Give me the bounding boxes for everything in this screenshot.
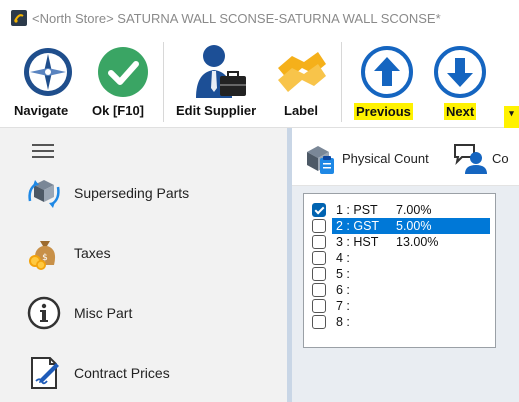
tax-checkbox[interactable]	[312, 219, 326, 233]
chevron-down-icon: ▾	[509, 108, 514, 118]
navigate-label: Navigate	[14, 103, 69, 118]
tax-name: 7 :	[336, 299, 350, 313]
tax-checkbox[interactable]	[312, 299, 326, 313]
list-item[interactable]: 2 : GST 5.00%	[310, 218, 492, 234]
tax-checkbox[interactable]	[312, 315, 326, 329]
tax-checkbox[interactable]	[312, 251, 326, 265]
next-label: Next	[444, 103, 477, 120]
money-bag-icon: $	[24, 233, 64, 273]
hamburger-menu-icon[interactable]	[32, 144, 56, 158]
previous-label: Previous	[354, 103, 413, 120]
tax-name: 8 :	[336, 315, 350, 329]
edit-supplier-label: Edit Supplier	[176, 103, 257, 118]
list-item[interactable]: 4 :	[310, 250, 492, 266]
previous-button[interactable]: Previous	[352, 40, 422, 124]
edit-supplier-button[interactable]: Edit Supplier	[172, 40, 268, 124]
taxes-panel: 1 : PST 7.00% 2 : GST 5.00% 3 : HST 13.00% …	[292, 186, 519, 402]
tab-bar: Physical Count Co	[292, 128, 519, 186]
supplier-icon	[196, 45, 246, 98]
tax-name: 5 :	[336, 267, 350, 281]
tax-name: 3 : HST	[336, 235, 379, 249]
toolbar-separator	[163, 42, 164, 122]
label-label: Label	[284, 103, 318, 118]
sidebar-item-contract-prices[interactable]: Contract Prices	[0, 348, 287, 398]
window-title: <North Store> SATURNA WALL SCONSE-SATURN…	[32, 10, 441, 26]
toolbar-separator	[341, 42, 342, 122]
list-item[interactable]: 6 :	[310, 282, 492, 298]
ok-label: Ok [F10]	[92, 103, 145, 118]
tax-name: 1 : PST	[336, 203, 378, 217]
tax-rate: 7.00%	[396, 203, 432, 217]
tab-label: Co	[492, 150, 509, 166]
compass-icon	[24, 48, 72, 96]
tax-checklist[interactable]: 1 : PST 7.00% 2 : GST 5.00% 3 : HST 13.00% …	[303, 193, 496, 348]
checkmark-icon	[98, 47, 148, 97]
list-item[interactable]: 7 :	[310, 298, 492, 314]
arrow-up-icon	[361, 46, 413, 98]
tax-name: 6 :	[336, 283, 350, 297]
tax-checkbox[interactable]	[312, 267, 326, 281]
sidebar-item-taxes[interactable]: $ Taxes	[0, 228, 287, 278]
arrow-down-icon	[434, 46, 486, 98]
list-item[interactable]: 3 : HST 13.00%	[310, 234, 492, 250]
ok-button[interactable]: Ok [F10]	[88, 40, 158, 124]
tax-checkbox[interactable]	[312, 283, 326, 297]
sidebar-item-label: Contract Prices	[74, 365, 170, 381]
sidebar-item-label: Taxes	[74, 245, 111, 261]
tab-label: Physical Count	[342, 150, 429, 166]
info-icon	[24, 293, 64, 333]
next-button[interactable]: Next	[430, 40, 490, 124]
toolbar: Navigate Ok [F10] Edit Supplier Label Pr…	[0, 36, 519, 134]
navigate-button[interactable]: Navigate	[14, 40, 82, 124]
sidebar: Superseding Parts $ Taxes Misc Part Cont…	[0, 128, 287, 402]
physical-count-icon	[307, 146, 334, 174]
label-button[interactable]: Label	[274, 40, 330, 124]
sidebar-item-label: Superseding Parts	[74, 185, 190, 201]
contract-icon	[24, 353, 64, 393]
tax-name: 2 : GST	[336, 219, 380, 233]
list-item[interactable]: 1 : PST 7.00%	[310, 202, 492, 218]
tax-rate: 5.00%	[396, 219, 432, 233]
list-item[interactable]: 5 :	[310, 266, 492, 282]
title-bar: <North Store> SATURNA WALL SCONSE-SATURN…	[0, 0, 519, 36]
tax-name: 4 :	[336, 251, 350, 265]
tax-rate: 13.00%	[396, 235, 439, 249]
sidebar-item-misc-part[interactable]: Misc Part	[0, 288, 287, 338]
superseding-parts-icon	[24, 173, 64, 213]
label-icon	[278, 52, 326, 92]
tab-physical-count[interactable]: Physical Count	[302, 138, 429, 178]
list-item[interactable]: 8 :	[310, 314, 492, 330]
contacts-icon	[454, 144, 487, 174]
tax-checkbox[interactable]	[312, 235, 326, 249]
tab-contacts[interactable]: Co	[452, 138, 509, 178]
tax-checkbox[interactable]	[312, 203, 326, 217]
app-logo-icon	[10, 9, 28, 27]
sidebar-item-superseding-parts[interactable]: Superseding Parts	[0, 168, 287, 218]
sidebar-item-label: Misc Part	[74, 305, 133, 321]
